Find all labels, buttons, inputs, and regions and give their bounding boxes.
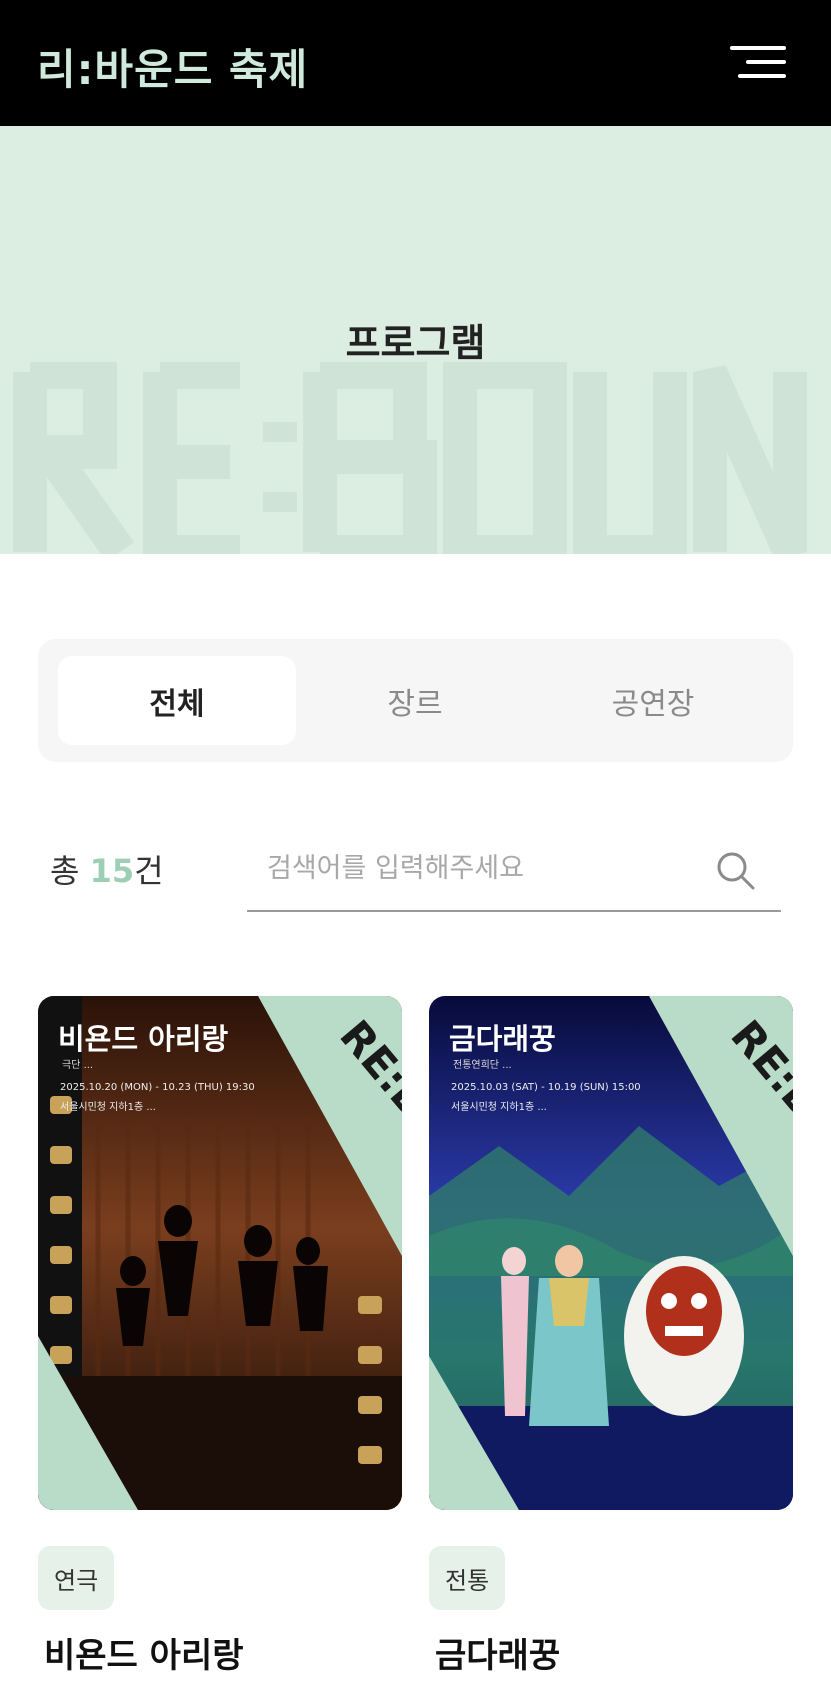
program-title[interactable]: 금다래꿍 — [435, 1628, 560, 1677]
poster-subtitle: 전통연희단 ... — [453, 1060, 512, 1071]
count-number: 15 — [89, 852, 135, 890]
filter-tabs: 전체 장르 공연장 — [38, 639, 793, 762]
program-poster[interactable]: RE:BOU 금다래꿍 전통연희단 ... 2025.10.03 (SAT) -… — [429, 996, 793, 1510]
tab-all[interactable]: 전체 — [58, 656, 296, 745]
poster-venue: 서울시민청 지하1층 ... — [451, 1102, 547, 1113]
hero-banner: 프로그램 — [0, 126, 831, 554]
search-icon[interactable] — [713, 848, 759, 894]
genre-badge: 전통 — [429, 1546, 506, 1610]
tab-venue[interactable]: 공연장 — [534, 656, 772, 745]
poster-title: 비욘드 아리랑 — [58, 1022, 229, 1056]
poster-date: 2025.10.20 (MON) - 10.23 (THU) 19:30 — [60, 1082, 255, 1093]
result-count: 총 15건 — [50, 846, 164, 892]
poster-artwork: RE:BOU — [429, 996, 793, 1510]
poster-artwork: RE:BOU — [38, 996, 402, 1510]
count-prefix: 총 — [50, 852, 90, 890]
poster-date: 2025.10.03 (SAT) - 10.19 (SUN) 15:00 — [451, 1082, 641, 1093]
site-logo[interactable]: 리:바운드 축제 — [37, 36, 308, 97]
tab-genre[interactable]: 장르 — [296, 656, 534, 745]
count-suffix: 건 — [134, 852, 164, 890]
poster-subtitle: 극단 ... — [62, 1060, 94, 1071]
program-title[interactable]: 비욘드 아리랑 — [44, 1628, 244, 1677]
search-input[interactable] — [267, 840, 707, 896]
page-title: 프로그램 — [345, 321, 486, 365]
search-box — [247, 830, 781, 912]
hamburger-menu-icon[interactable] — [730, 42, 786, 82]
genre-badge: 연극 — [38, 1546, 115, 1610]
poster-venue: 서울시민청 지하1층 ... — [60, 1102, 156, 1113]
poster-title: 금다래꿍 — [449, 1022, 556, 1056]
program-poster[interactable]: RE:BOU 비욘드 아리랑 극단 ... 2025.10.20 (MON) -… — [38, 996, 402, 1510]
top-header: 리:바운드 축제 — [0, 0, 831, 126]
rebound-watermark — [13, 362, 807, 554]
